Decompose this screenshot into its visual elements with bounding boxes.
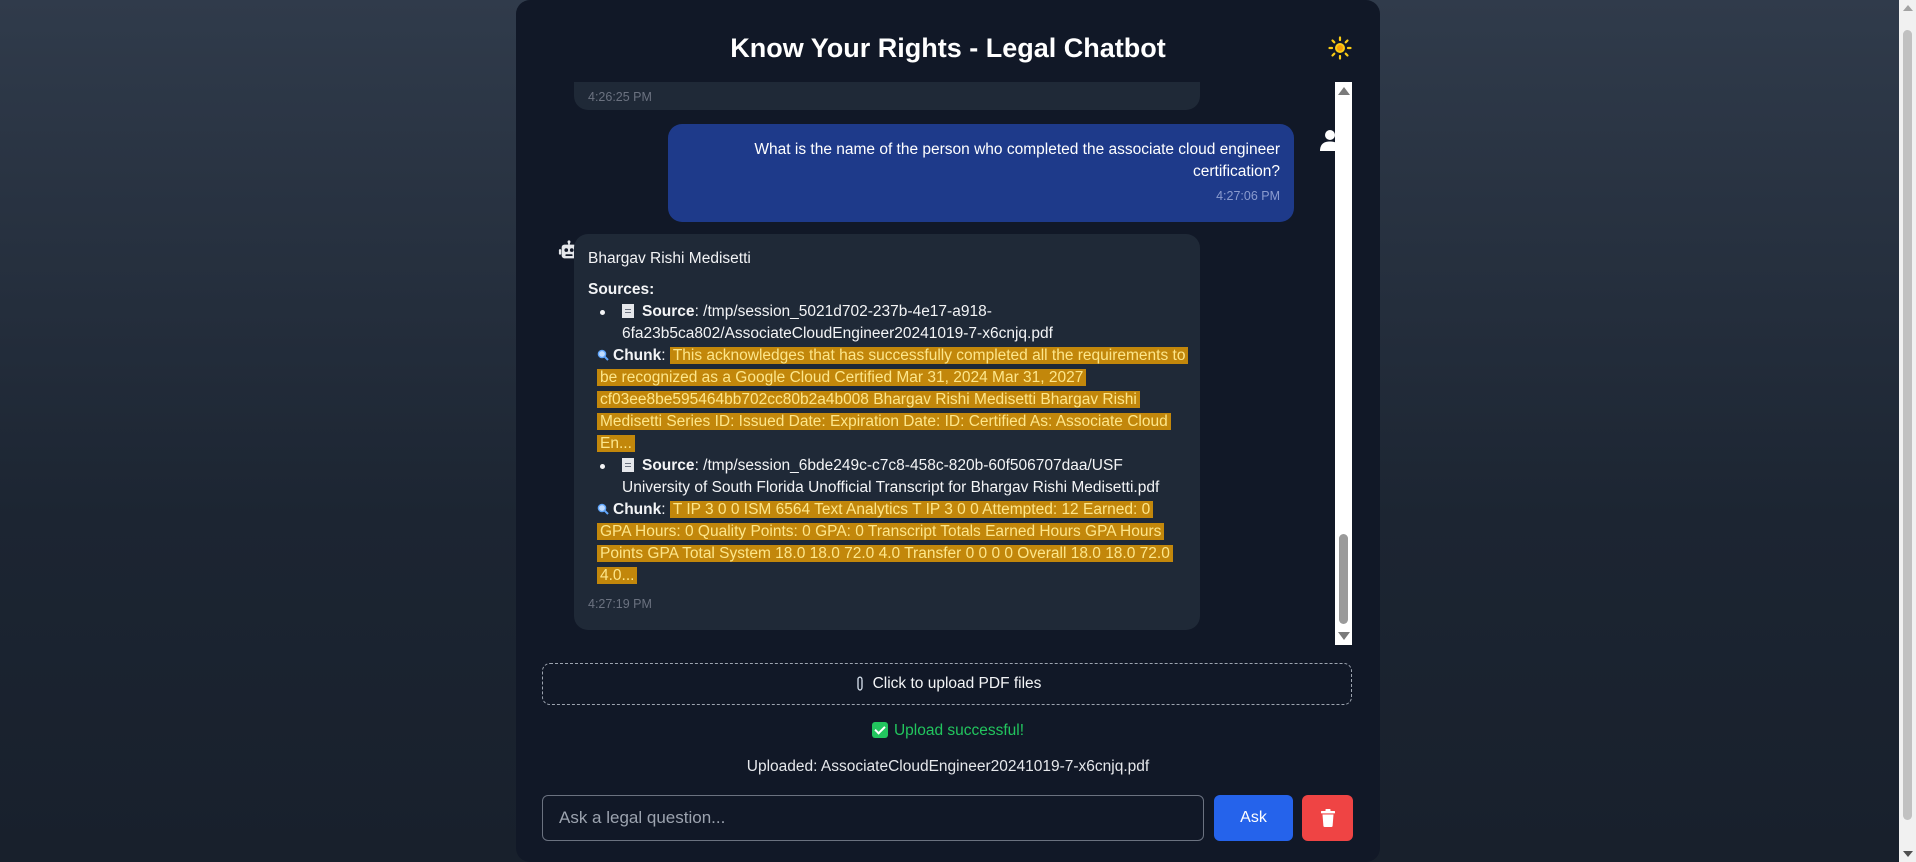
chat-scrollbar-thumb[interactable] <box>1339 534 1348 624</box>
magnifier-icon <box>597 349 609 361</box>
upload-pdf-dropzone[interactable]: Click to upload PDF files <box>542 663 1352 705</box>
chunk-label: Chunk <box>613 501 662 518</box>
message-timestamp: 4:27:19 PM <box>588 597 652 611</box>
bot-answer: Bhargav Rishi Medisetti <box>588 250 751 267</box>
source-label: Source <box>642 457 695 474</box>
paperclip-icon <box>856 676 863 691</box>
magnifier-icon <box>597 503 609 515</box>
clear-chat-button[interactable] <box>1302 795 1353 841</box>
header: Know Your Rights - Legal Chatbot <box>516 28 1380 68</box>
check-icon <box>871 722 888 738</box>
sources-list: Source: /tmp/session_5021d702-237b-4e17-… <box>588 301 1189 587</box>
source-line: Source: /tmp/session_5021d702-237b-4e17-… <box>597 301 1186 345</box>
page-scrollbar-thumb[interactable] <box>1903 30 1912 820</box>
trash-icon <box>1320 809 1335 827</box>
bot-message: Bhargav Rishi Medisetti Sources: Source:… <box>574 234 1200 630</box>
page-title: Know Your Rights - Legal Chatbot <box>730 33 1166 63</box>
sun-icon <box>1328 36 1352 60</box>
document-icon <box>622 304 634 318</box>
question-input[interactable] <box>542 795 1204 841</box>
source-label: Source <box>642 303 695 320</box>
scroll-down-arrow-icon[interactable] <box>1338 632 1350 640</box>
upload-label: Click to upload PDF files <box>872 675 1042 692</box>
chunk-text: This acknowledges that has successfully … <box>597 347 1189 452</box>
upload-status-text: Upload successful! <box>893 722 1025 739</box>
message-timestamp: 4:26:25 PM <box>588 90 652 104</box>
user-message-text: What is the name of the person who compl… <box>754 141 1280 180</box>
chunk-text: T IP 3 0 0 ISM 6564 Text Analytics T IP … <box>597 501 1173 584</box>
chat-window[interactable]: 4:26:25 PM What is the name of the perso… <box>542 82 1352 645</box>
message-timestamp: 4:27:06 PM <box>1216 189 1280 203</box>
source-path: : /tmp/session_6bde249c-c7c8-458c-820b-6… <box>622 457 1160 496</box>
scroll-up-arrow-icon[interactable] <box>1338 87 1350 95</box>
ask-button[interactable]: Ask <box>1214 795 1293 841</box>
scroll-up-arrow-icon[interactable] <box>1903 5 1913 11</box>
chatbot-app: Know Your Rights - Legal Chatbot 4:26:25… <box>516 0 1380 862</box>
source-line: Source: /tmp/session_6bde249c-c7c8-458c-… <box>597 455 1186 499</box>
page-scrollbar[interactable] <box>1899 0 1916 862</box>
user-message: What is the name of the person who compl… <box>668 124 1294 222</box>
chunk-label: Chunk <box>613 347 662 364</box>
source-item: Source: /tmp/session_6bde249c-c7c8-458c-… <box>597 455 1186 587</box>
chat-scrollbar[interactable] <box>1335 82 1352 645</box>
theme-toggle-button[interactable] <box>1326 34 1354 62</box>
previous-bot-message: 4:26:25 PM <box>574 82 1200 110</box>
sources-heading: Sources: <box>588 281 655 298</box>
chunk-line: Chunk: T IP 3 0 0 ISM 6564 Text Analytic… <box>597 499 1186 587</box>
chunk-line: Chunk: This acknowledges that has succes… <box>597 345 1189 455</box>
source-item: Source: /tmp/session_5021d702-237b-4e17-… <box>597 301 1189 455</box>
document-icon <box>622 458 634 472</box>
uploaded-file-info: Uploaded: AssociateCloudEngineer20241019… <box>746 758 1150 775</box>
scroll-down-arrow-icon[interactable] <box>1903 851 1913 857</box>
upload-status: Upload successful! <box>516 720 1380 742</box>
